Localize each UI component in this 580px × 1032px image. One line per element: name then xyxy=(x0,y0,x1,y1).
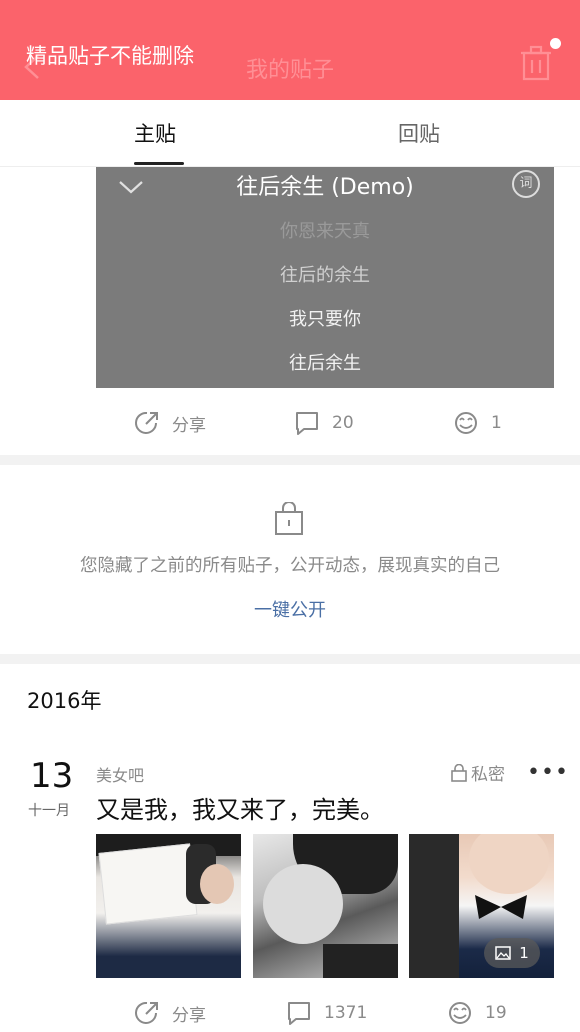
trash-icon[interactable] xyxy=(518,44,554,82)
active-tab-indicator xyxy=(134,162,184,165)
share-button[interactable]: 分享 xyxy=(134,403,206,443)
toast-message: 精品贴子不能删除 xyxy=(26,44,194,68)
lyric-line: 往后的余生 xyxy=(280,265,370,286)
like-face-icon xyxy=(455,412,477,434)
privacy-status: 私密 xyxy=(451,760,505,785)
post-text[interactable]: 又是我，我又来了，完美。 xyxy=(96,790,384,825)
comment-count: 1371 xyxy=(324,1003,368,1023)
hidden-posts-notice: 您隐藏了之前的所有贴子，公开动态，展现真实的自己 xyxy=(80,556,500,576)
notification-dot xyxy=(550,38,561,49)
make-public-link[interactable]: 一键公开 xyxy=(0,596,580,622)
lyrics-search-icon[interactable]: 词 xyxy=(512,170,540,198)
tab-replies[interactable]: 回贴 xyxy=(398,118,440,148)
comment-button[interactable]: 20 xyxy=(294,403,354,443)
lyric-line: 你恩来天真 xyxy=(280,221,370,242)
song-title: 往后余生 (Demo) xyxy=(236,175,414,200)
like-face-icon xyxy=(449,1002,471,1024)
like-count: 1 xyxy=(491,413,502,433)
share-icon xyxy=(135,411,158,434)
post-date-month: 十一月 xyxy=(28,803,70,819)
privacy-label: 私密 xyxy=(471,765,505,785)
comment-icon xyxy=(288,1002,310,1025)
share-button[interactable]: 分享 xyxy=(134,993,206,1032)
section-divider xyxy=(0,654,580,664)
year-heading: 2016年 xyxy=(27,689,102,713)
bow-tie xyxy=(475,895,527,919)
top-bar: 我的贴子 精品贴子不能删除 xyxy=(0,0,580,100)
tab-bar: 主贴 回贴 xyxy=(0,100,580,167)
lyric-line: 往后余生 xyxy=(289,353,361,374)
post-photo[interactable] xyxy=(253,834,398,978)
lock-icon xyxy=(451,763,467,782)
more-options-button[interactable]: ••• xyxy=(527,760,569,785)
tab-main-posts[interactable]: 主贴 xyxy=(134,118,176,148)
share-icon xyxy=(135,1001,158,1024)
image-icon xyxy=(495,946,511,960)
post-actions: 分享 1371 19 xyxy=(0,993,580,1032)
post-actions: 分享 20 1 xyxy=(0,403,580,443)
like-count: 19 xyxy=(485,1003,507,1023)
music-lyrics-card[interactable]: 往后余生 (Demo) 词 你恩来天真 往后的余生 我只要你 往后余生 xyxy=(96,167,554,388)
comment-button[interactable]: 1371 xyxy=(286,993,367,1032)
forum-name[interactable]: 美女吧 xyxy=(96,762,144,786)
comment-count: 20 xyxy=(332,413,354,433)
section-divider xyxy=(0,455,580,465)
image-count-badge: 1 xyxy=(484,938,540,968)
lyric-line: 我只要你 xyxy=(289,309,361,330)
comment-icon xyxy=(296,412,318,435)
post-photo[interactable] xyxy=(96,834,241,978)
post-date-day: 13 xyxy=(30,756,74,796)
like-button[interactable]: 1 xyxy=(453,403,502,443)
image-count: 1 xyxy=(519,944,529,962)
like-button[interactable]: 19 xyxy=(447,993,507,1032)
share-label: 分享 xyxy=(172,415,206,436)
lock-icon xyxy=(275,502,303,535)
share-label: 分享 xyxy=(172,1005,206,1026)
paper-sign xyxy=(98,843,198,925)
